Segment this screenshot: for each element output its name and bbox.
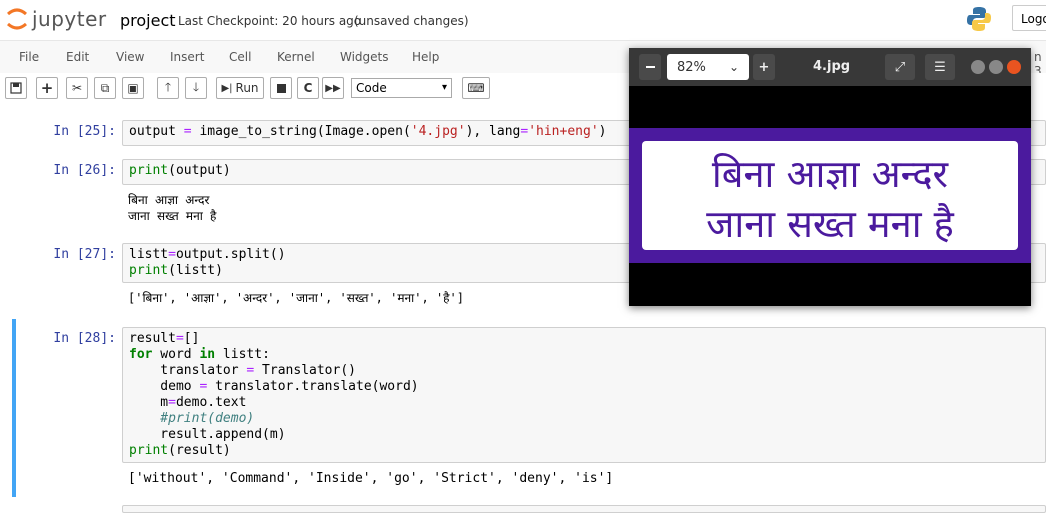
menu-edit[interactable]: Edit: [66, 50, 89, 64]
plus-icon: +: [758, 59, 770, 75]
run-button[interactable]: ▶| Run: [216, 77, 264, 99]
cell-prompt: In [25]:: [53, 124, 116, 139]
paste-button[interactable]: ▣: [122, 77, 144, 99]
insert-cell-button[interactable]: +: [36, 77, 58, 99]
cut-button[interactable]: ✂: [66, 77, 88, 99]
move-up-button[interactable]: 🡑: [157, 77, 179, 99]
cell-prompt: In [26]:: [53, 163, 116, 178]
close-window-icon[interactable]: [1007, 60, 1021, 74]
sign-text-line1: बिना आज्ञा अन्दर: [711, 152, 949, 196]
restart-run-all-button[interactable]: ▶▶: [322, 77, 344, 99]
code-cell-input[interactable]: result=[] for word in listt: translator …: [122, 327, 1046, 463]
cell-output: बिना आज्ञा अन्दर जाना सख्त मना है: [128, 193, 217, 223]
dropdown-arrow-icon: ▾: [441, 82, 447, 93]
fullscreen-button[interactable]: ⤢: [885, 54, 915, 80]
cell-type-value: Code: [356, 81, 387, 95]
minimize-window-icon[interactable]: [971, 60, 985, 74]
move-down-button[interactable]: 🡓: [185, 77, 207, 99]
keyboard-icon: ⌨: [467, 81, 485, 95]
menu-cell[interactable]: Cell: [229, 50, 251, 64]
unsaved-status: (unsaved changes): [354, 14, 469, 28]
save-button[interactable]: [5, 77, 27, 99]
image-viewer-titlebar: 82% ⌄ + 4.jpg ⤢ ☰: [629, 48, 1031, 86]
zoom-in-button[interactable]: +: [753, 54, 775, 80]
minus-icon: [645, 66, 655, 68]
maximize-window-icon[interactable]: [989, 60, 1003, 74]
notebook-header: jupyter project Last Checkpoint: 20 hour…: [0, 0, 1046, 40]
menu-file[interactable]: File: [19, 50, 39, 64]
fast-forward-icon: ▶▶: [325, 82, 341, 94]
interrupt-button[interactable]: [270, 77, 292, 99]
hamburger-icon: ☰: [934, 59, 946, 75]
stop-icon: [276, 83, 286, 93]
cell-output: ['बिना', 'आज्ञा', 'अन्दर', 'जाना', 'सख्त…: [128, 291, 464, 305]
scissors-icon: ✂: [71, 81, 83, 95]
cell-type-select[interactable]: Code ▾: [351, 78, 452, 98]
app-name: jupyter: [32, 7, 107, 31]
menu-insert[interactable]: Insert: [170, 50, 204, 64]
arrow-down-icon: 🡓: [192, 79, 200, 94]
image-viewer-title: 4.jpg: [813, 59, 851, 74]
zoom-level: 82%: [677, 59, 706, 75]
restart-icon: C: [303, 81, 313, 95]
python-logo-icon: [967, 7, 991, 31]
paste-icon: ▣: [127, 81, 139, 95]
zoom-level-select[interactable]: 82% ⌄: [667, 54, 749, 80]
menu-help[interactable]: Help: [412, 50, 439, 64]
zoom-out-button[interactable]: [639, 54, 661, 80]
menu-kernel[interactable]: Kernel: [277, 50, 315, 64]
copy-button[interactable]: ⧉: [94, 77, 116, 99]
step-forward-icon: ▶|: [221, 82, 233, 94]
logout-button[interactable]: Logo: [1012, 5, 1046, 31]
jupyter-logo[interactable]: jupyter: [6, 6, 107, 32]
menu-view[interactable]: View: [116, 50, 144, 64]
cell-prompt: In [28]:: [53, 331, 116, 346]
copy-icon: ⧉: [100, 80, 110, 95]
checkpoint-status: Last Checkpoint: 20 hours ago: [178, 14, 362, 28]
command-palette-button[interactable]: ⌨: [462, 77, 490, 99]
restart-button[interactable]: C: [297, 77, 319, 99]
save-icon: [10, 82, 22, 94]
sign-text-line2: जाना सख्त मना है: [706, 202, 954, 246]
chevron-down-icon: ⌄: [728, 60, 739, 74]
menu-widgets[interactable]: Widgets: [340, 50, 389, 64]
run-label: Run: [235, 81, 259, 95]
menu-button[interactable]: ☰: [925, 54, 955, 80]
cell-output: ['without', 'Command', 'Inside', 'go', '…: [128, 471, 614, 486]
cell-prompt: In [27]:: [53, 247, 116, 262]
image-viewer-window: 82% ⌄ + 4.jpg ⤢ ☰ बिना आज्ञा अन्दर जाना …: [629, 48, 1031, 306]
expand-icon: ⤢: [894, 59, 906, 75]
notebook-name[interactable]: project: [120, 11, 176, 30]
plus-icon: +: [40, 79, 54, 97]
arrow-up-icon: 🡑: [164, 79, 172, 94]
displayed-image: बिना आज्ञा अन्दर जाना सख्त मना है: [629, 128, 1031, 263]
sign-panel: बिना आज्ञा अन्दर जाना सख्त मना है: [642, 141, 1018, 250]
jupyter-logo-icon: [7, 8, 27, 30]
